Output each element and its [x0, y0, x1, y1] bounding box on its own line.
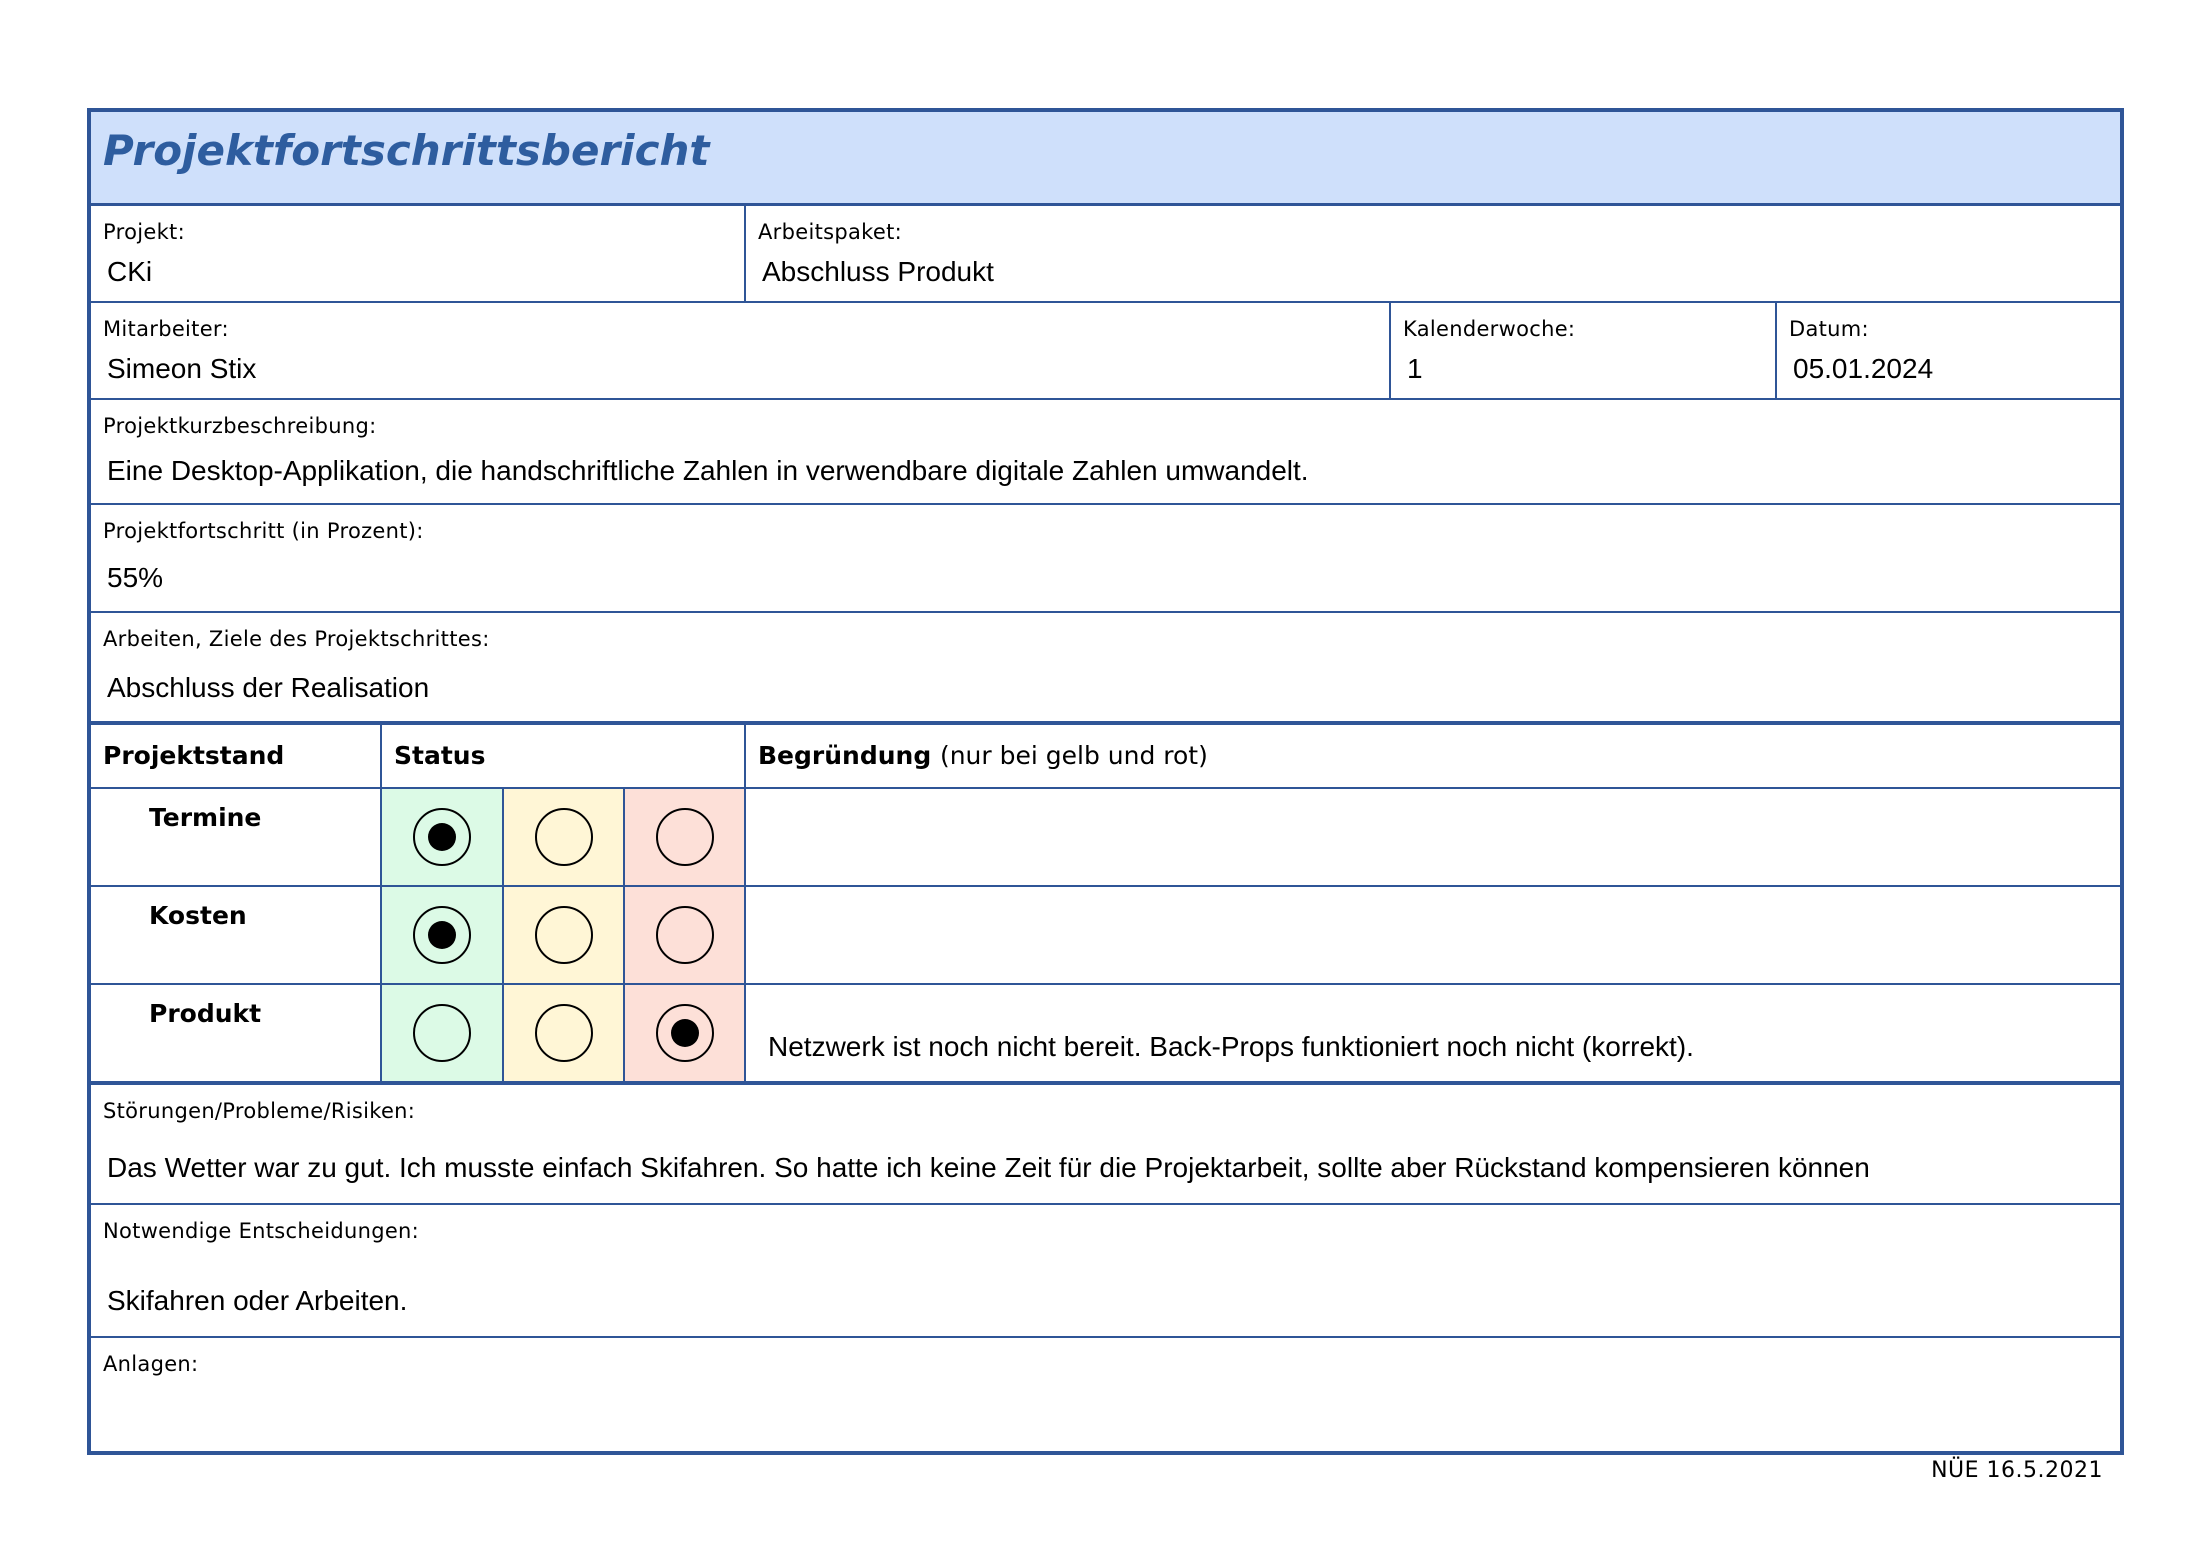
report-form: Projektfortschrittsbericht Projekt: CKi …: [87, 108, 2124, 1455]
status-green-radio[interactable]: [413, 808, 471, 866]
ziele-label: Arbeiten, Ziele des Projektschrittes:: [103, 627, 490, 651]
kalenderwoche-cell: Kalenderwoche: 1: [1391, 303, 1777, 398]
projektstand-header-row: Projektstand Status Begründung (nur bei …: [91, 725, 2120, 789]
fortschritt-label: Projektfortschritt (in Prozent):: [103, 519, 424, 543]
status-item-label: Produkt: [149, 999, 262, 1028]
status-yellow-radio[interactable]: [534, 808, 593, 866]
stoerungen-label: Störungen/Probleme/Risiken:: [103, 1099, 416, 1123]
status-red-cell: [625, 985, 746, 1081]
kalenderwoche-field[interactable]: 1: [1407, 353, 1423, 385]
kurzbeschreibung-row: Projektkurzbeschreibung: Eine Desktop-Ap…: [91, 400, 2120, 505]
entscheidungen-label: Notwendige Entscheidungen:: [103, 1219, 420, 1243]
footer-version: NÜE 16.5.2021: [1931, 1458, 2103, 1483]
status-row-produkt: Produkt Netzwerk ist noch nicht bereit. …: [91, 985, 2120, 1085]
status-item-cell: Kosten: [91, 887, 382, 983]
status-row-kosten: Kosten: [91, 887, 2120, 985]
status-yellow-radio[interactable]: [534, 906, 593, 964]
status-item-cell: Produkt: [91, 985, 382, 1081]
datum-label: Datum:: [1789, 317, 1869, 341]
fortschritt-row: Projektfortschritt (in Prozent): 55%: [91, 505, 2120, 613]
status-item-label: Kosten: [149, 901, 247, 930]
kurzbeschreibung-field[interactable]: Eine Desktop-Applikation, die handschrif…: [107, 455, 1309, 487]
status-reason-field[interactable]: Netzwerk ist noch nicht bereit. Back-Pro…: [768, 1031, 1694, 1063]
status-red-cell: [625, 789, 746, 885]
begruendung-note: (nur bei gelb und rot): [939, 741, 1208, 770]
status-yellow-cell: [504, 887, 625, 983]
arbeitspaket-cell: Arbeitspaket: Abschluss Produkt: [746, 206, 2120, 301]
status-yellow-cell: [504, 985, 625, 1081]
status-header-cell: Status: [382, 725, 746, 787]
status-green-cell: [382, 985, 504, 1081]
mitarbeiter-field[interactable]: Simeon Stix: [107, 353, 256, 385]
status-yellow-radio[interactable]: [534, 1004, 593, 1062]
arbeitspaket-label: Arbeitspaket:: [758, 220, 902, 244]
anlagen-row: Anlagen:: [91, 1338, 2120, 1451]
ziele-field[interactable]: Abschluss der Realisation: [107, 672, 429, 704]
mitarbeiter-cell: Mitarbeiter: Simeon Stix: [91, 303, 1391, 398]
ziele-row: Arbeiten, Ziele des Projektschrittes: Ab…: [91, 613, 2120, 725]
projekt-cell: Projekt: CKi: [91, 206, 746, 301]
status-green-radio[interactable]: [413, 906, 471, 964]
radio-dot: [428, 921, 456, 949]
kalenderwoche-label: Kalenderwoche:: [1403, 317, 1576, 341]
page-title: Projektfortschrittsbericht: [103, 126, 710, 175]
radio-dot: [670, 1019, 699, 1047]
status-reason-cell: [746, 887, 2120, 983]
begruendung-title: Begründung: [758, 741, 932, 770]
status-green-radio[interactable]: [413, 1004, 471, 1062]
radio-dot: [428, 823, 456, 851]
entscheidungen-row: Notwendige Entscheidungen: Skifahren ode…: [91, 1205, 2120, 1338]
status-reason-cell: [746, 789, 2120, 885]
datum-field[interactable]: 05.01.2024: [1793, 353, 1933, 385]
status-item-label: Termine: [149, 803, 262, 832]
arbeitspaket-field[interactable]: Abschluss Produkt: [762, 256, 994, 288]
status-red-radio[interactable]: [655, 906, 714, 964]
begruendung-header-cell: Begründung (nur bei gelb und rot): [746, 725, 2120, 787]
status-green-cell: [382, 887, 504, 983]
status-row-termine: Termine: [91, 789, 2120, 887]
stoerungen-row: Störungen/Probleme/Risiken: Das Wetter w…: [91, 1085, 2120, 1205]
status-reason-cell: Netzwerk ist noch nicht bereit. Back-Pro…: [746, 985, 2120, 1081]
status-header: Status: [394, 741, 486, 770]
mitarbeiter-row: Mitarbeiter: Simeon Stix Kalenderwoche: …: [91, 303, 2120, 400]
entscheidungen-field[interactable]: Skifahren oder Arbeiten.: [107, 1285, 407, 1317]
status-red-radio[interactable]: [655, 808, 714, 866]
title-row: Projektfortschrittsbericht: [91, 112, 2120, 206]
projektstand-header: Projektstand: [103, 741, 285, 770]
projektstand-header-cell: Projektstand: [91, 725, 382, 787]
status-red-radio[interactable]: [655, 1004, 714, 1062]
status-green-cell: [382, 789, 504, 885]
projekt-row: Projekt: CKi Arbeitspaket: Abschluss Pro…: [91, 206, 2120, 303]
anlagen-label: Anlagen:: [103, 1352, 199, 1376]
fortschritt-field[interactable]: 55%: [107, 562, 163, 594]
status-red-cell: [625, 887, 746, 983]
begruendung-header: Begründung (nur bei gelb und rot): [758, 741, 1208, 770]
projekt-field[interactable]: CKi: [107, 256, 152, 288]
status-yellow-cell: [504, 789, 625, 885]
status-item-cell: Termine: [91, 789, 382, 885]
kurzbeschreibung-label: Projektkurzbeschreibung:: [103, 414, 377, 438]
datum-cell: Datum: 05.01.2024: [1777, 303, 2120, 398]
stoerungen-field[interactable]: Das Wetter war zu gut. Ich musste einfac…: [107, 1152, 1870, 1184]
mitarbeiter-label: Mitarbeiter:: [103, 317, 229, 341]
projekt-label: Projekt:: [103, 220, 185, 244]
